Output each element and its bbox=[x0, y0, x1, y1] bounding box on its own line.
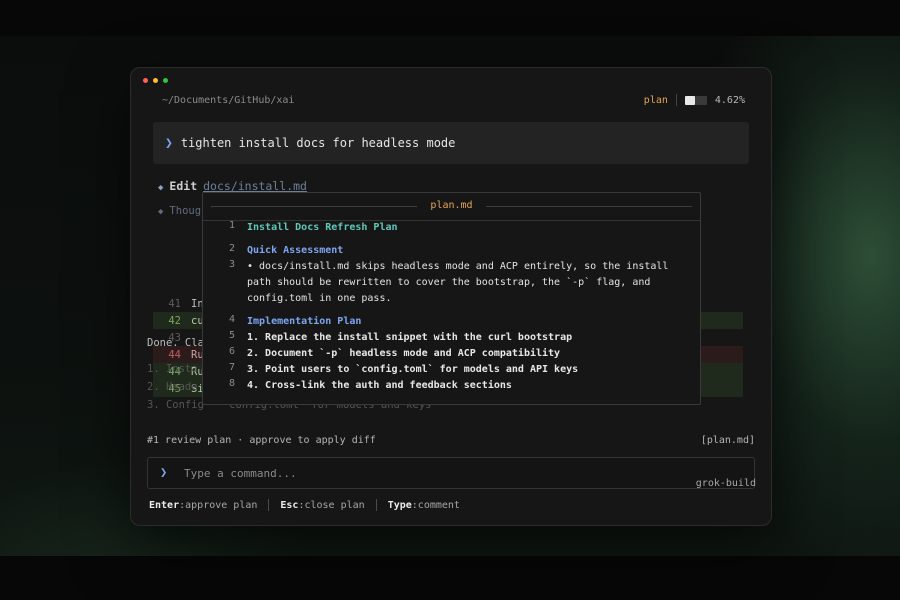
hint-approve: Enter:approve plan bbox=[149, 500, 257, 511]
status-divider bbox=[675, 94, 677, 106]
plan-line: 2 Quick Assessment bbox=[215, 243, 343, 259]
close-window-button[interactable] bbox=[143, 78, 148, 83]
window-controls bbox=[143, 78, 168, 83]
hint-desc: :comment bbox=[411, 499, 460, 511]
top-band bbox=[0, 0, 900, 36]
plan-modal: plan.md 1 Install Docs Refresh Plan 2 Qu… bbox=[202, 192, 701, 405]
done-summary: Done. Cla bbox=[147, 337, 204, 349]
context-usage-fill bbox=[684, 95, 696, 105]
plan-heading: Quick Assessment bbox=[247, 245, 344, 256]
context-usage-percent: 4.62% bbox=[714, 94, 745, 106]
thought-line: ◆ Thoug bbox=[158, 205, 201, 217]
plan-heading: Implementation Plan bbox=[247, 316, 362, 327]
diamond-icon: ◆ bbox=[158, 183, 164, 193]
plan-file-tag[interactable]: [plan.md] bbox=[701, 435, 755, 446]
prompt-text: tighten install docs for headless mode bbox=[180, 136, 456, 150]
hint-key: Type bbox=[387, 499, 412, 511]
plan-line: 6 2. Document `-p` headless mode and ACP… bbox=[215, 346, 560, 362]
plan-line-number: 5 bbox=[228, 330, 235, 341]
status-indicator: plan 4.62% bbox=[644, 94, 745, 106]
plan-step: 4. Cross-link the auth and feedback sect… bbox=[247, 380, 512, 391]
diamond-icon: ◆ bbox=[158, 207, 164, 217]
bottom-band bbox=[0, 556, 900, 600]
plan-line-number: 2 bbox=[228, 243, 235, 254]
plan-line: 1 Install Docs Refresh Plan bbox=[215, 220, 398, 236]
chevron-right-icon: ❯ bbox=[165, 135, 173, 151]
plan-step: 1. Replace the install snippet with the … bbox=[247, 332, 573, 343]
hint-divider bbox=[375, 499, 377, 511]
keyboard-hints: Enter:approve plan Esc:close plan Type:c… bbox=[149, 499, 460, 511]
title-rule-right bbox=[486, 206, 692, 207]
hint-desc: :close plan bbox=[298, 499, 365, 511]
plan-line: 7 3. Point users to `config.toml` for mo… bbox=[215, 362, 578, 378]
hint-key: Enter bbox=[149, 499, 180, 511]
diff-line-number: 44 bbox=[168, 348, 181, 361]
plan-line: 4 Implementation Plan bbox=[215, 314, 361, 330]
hint-comment: Type:comment bbox=[388, 500, 460, 511]
plan-line: 3 • docs/install.md skips headless mode … bbox=[215, 259, 687, 307]
hint-key: Esc bbox=[280, 499, 299, 511]
plan-line-number: 3 bbox=[228, 259, 235, 270]
plan-line-number: 4 bbox=[228, 314, 235, 325]
minimize-window-button[interactable] bbox=[153, 78, 158, 83]
plan-line: 5 1. Replace the install snippet with th… bbox=[215, 330, 572, 346]
list-item: 2. Heade bbox=[147, 381, 198, 393]
plan-line-number: 6 bbox=[228, 346, 235, 357]
list-item: 1. Insta bbox=[147, 363, 198, 375]
plan-line-number: 7 bbox=[228, 362, 235, 373]
plan-line-number: 1 bbox=[228, 220, 235, 231]
working-directory: ~/Documents/GitHub/xai bbox=[162, 95, 295, 106]
plan-step: 2. Document `-p` headless mode and ACP c… bbox=[247, 348, 561, 359]
chevron-right-icon: ❯ bbox=[160, 465, 168, 479]
plan-step: 3. Point users to `config.toml` for mode… bbox=[247, 364, 579, 375]
user-prompt: ❯ tighten install docs for headless mode bbox=[153, 122, 749, 164]
hint-divider bbox=[268, 499, 270, 511]
plan-title: Install Docs Refresh Plan bbox=[247, 222, 398, 233]
diff-line-number: 42 bbox=[168, 314, 181, 327]
hint-desc: :approve plan bbox=[179, 499, 258, 511]
context-usage-bar bbox=[684, 95, 707, 105]
edit-verb: Edit bbox=[169, 179, 198, 193]
maximize-window-button[interactable] bbox=[163, 78, 168, 83]
edit-file-link[interactable]: docs/install.md bbox=[203, 179, 307, 193]
diff-line-number: 41 bbox=[168, 297, 181, 310]
plan-paragraph: • docs/install.md skips headless mode an… bbox=[247, 261, 669, 304]
plan-line: 8 4. Cross-link the auth and feedback se… bbox=[215, 378, 512, 394]
thought-label: Thoug bbox=[169, 205, 202, 217]
plan-line-number: 8 bbox=[228, 378, 235, 389]
brand-label: grok-build bbox=[695, 478, 756, 489]
hint-close: Esc:close plan bbox=[280, 500, 364, 511]
review-status: #1 review plan · approve to apply diff bbox=[147, 435, 376, 446]
command-bar: ❯ bbox=[147, 457, 755, 489]
mode-badge: plan bbox=[643, 94, 668, 106]
command-input[interactable] bbox=[184, 465, 584, 481]
edit-action-line: ◆ Edit docs/install.md bbox=[158, 179, 307, 193]
